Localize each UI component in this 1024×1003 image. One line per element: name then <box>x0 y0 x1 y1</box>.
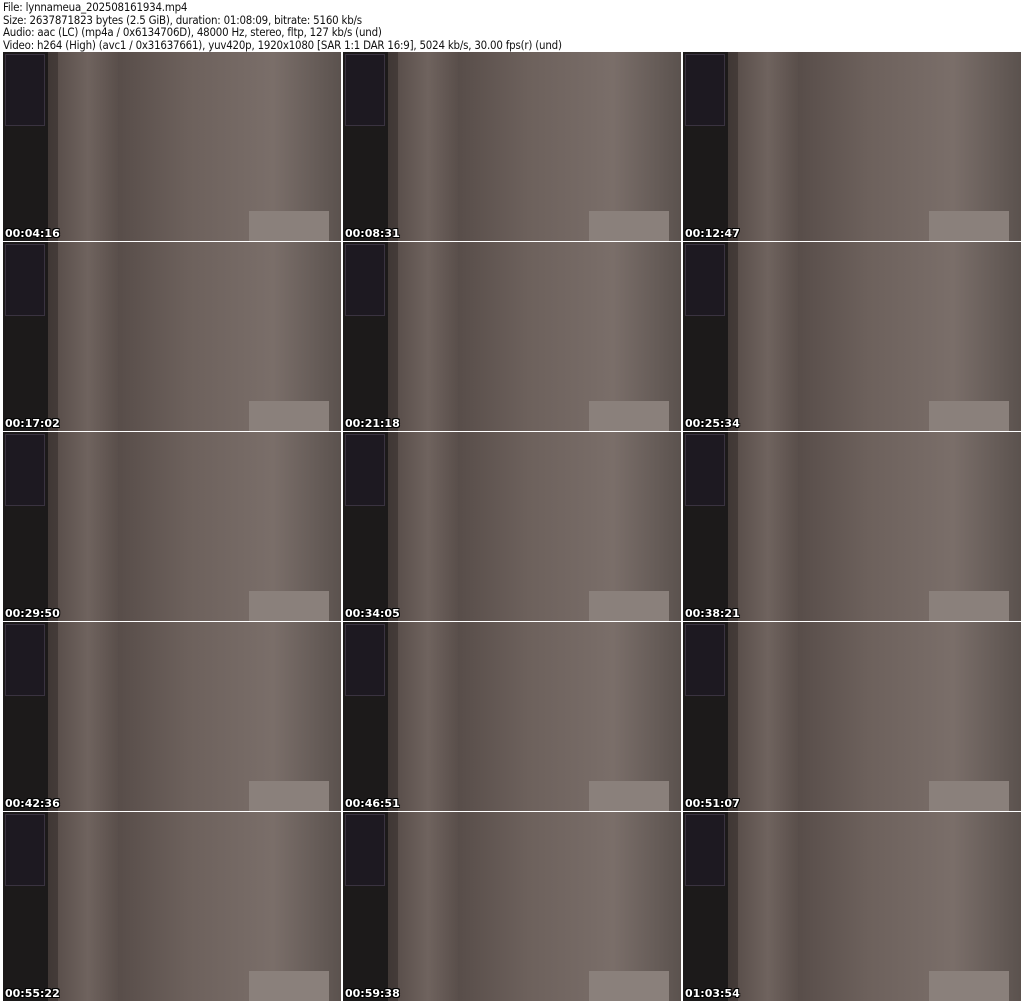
video-thumbnail: 00:51:07 <box>683 622 1021 811</box>
thumbnail-timestamp: 01:03:54 <box>685 987 740 1000</box>
video-thumbnail: 01:03:54 <box>683 812 1021 1001</box>
curtain-background <box>398 242 458 431</box>
stream-overlay-panel <box>345 624 385 696</box>
radiator-background <box>929 401 1009 431</box>
stream-overlay-panel <box>345 244 385 316</box>
thumbnail-timestamp: 00:25:34 <box>685 417 740 430</box>
curtain-background <box>738 432 798 621</box>
video-thumbnail: 00:38:21 <box>683 432 1021 621</box>
stream-overlay-panel <box>685 814 725 886</box>
radiator-background <box>249 591 329 621</box>
curtain-background <box>398 432 458 621</box>
radiator-background <box>589 211 669 241</box>
thumbnail-timestamp: 00:04:16 <box>5 227 60 240</box>
file-name: File: lynnameua_202508161934.mp4 <box>3 0 188 14</box>
curtain-background <box>738 52 798 241</box>
video-thumbnail: 00:25:34 <box>683 242 1021 431</box>
video-thumbnail: 00:29:50 <box>3 432 341 621</box>
video-thumbnail: 00:59:38 <box>343 812 681 1001</box>
stream-overlay-panel <box>5 434 45 506</box>
stream-overlay-panel <box>685 244 725 316</box>
curtain-background <box>58 432 118 621</box>
file-info-header: File: lynnameua_202508161934.mp4 Size: 2… <box>3 1 562 51</box>
thumbnail-timestamp: 00:55:22 <box>5 987 60 1000</box>
radiator-background <box>929 591 1009 621</box>
curtain-background <box>738 622 798 811</box>
curtain-background <box>58 812 118 1001</box>
curtain-background <box>738 242 798 431</box>
thumbnail-timestamp: 00:08:31 <box>345 227 400 240</box>
thumbnail-timestamp: 00:12:47 <box>685 227 740 240</box>
curtain-background <box>58 242 118 431</box>
audio-info: Audio: aac (LC) (mp4a / 0x6134706D), 480… <box>3 25 382 40</box>
radiator-background <box>589 401 669 431</box>
video-thumbnail: 00:04:16 <box>3 52 341 241</box>
video-thumbnail: 00:12:47 <box>683 52 1021 241</box>
radiator-background <box>929 971 1009 1001</box>
thumbnail-timestamp: 00:21:18 <box>345 417 400 430</box>
video-info: Video: h264 (High) (avc1 / 0x31637661), … <box>3 37 562 52</box>
curtain-background <box>398 52 458 241</box>
curtain-background <box>398 812 458 1001</box>
radiator-background <box>929 781 1009 811</box>
radiator-background <box>249 401 329 431</box>
stream-overlay-panel <box>5 624 45 696</box>
video-thumbnail: 00:46:51 <box>343 622 681 811</box>
radiator-background <box>249 971 329 1001</box>
radiator-background <box>249 781 329 811</box>
stream-overlay-panel <box>345 54 385 126</box>
video-thumbnail: 00:42:36 <box>3 622 341 811</box>
thumbnail-timestamp: 00:34:05 <box>345 607 400 620</box>
video-thumbnail: 00:08:31 <box>343 52 681 241</box>
stream-overlay-panel <box>5 814 45 886</box>
thumbnail-timestamp: 00:38:21 <box>685 607 740 620</box>
curtain-background <box>58 622 118 811</box>
curtain-background <box>398 622 458 811</box>
stream-overlay-panel <box>5 244 45 316</box>
thumbnail-timestamp: 00:46:51 <box>345 797 400 810</box>
stream-overlay-panel <box>685 434 725 506</box>
thumbnail-timestamp: 00:51:07 <box>685 797 740 810</box>
thumbnail-timestamp: 00:42:36 <box>5 797 60 810</box>
video-thumbnail: 00:17:02 <box>3 242 341 431</box>
curtain-background <box>738 812 798 1001</box>
radiator-background <box>249 211 329 241</box>
video-thumbnail: 00:55:22 <box>3 812 341 1001</box>
stream-overlay-panel <box>345 814 385 886</box>
thumbnail-timestamp: 00:17:02 <box>5 417 60 430</box>
curtain-background <box>58 52 118 241</box>
radiator-background <box>589 781 669 811</box>
stream-overlay-panel <box>5 54 45 126</box>
video-thumbnail: 00:34:05 <box>343 432 681 621</box>
stream-overlay-panel <box>685 54 725 126</box>
thumbnail-grid: 00:04:16 00:08:31 00:12:47 00:17:02 00:21:18… <box>3 52 1021 1001</box>
radiator-background <box>589 591 669 621</box>
video-thumbnail: 00:21:18 <box>343 242 681 431</box>
radiator-background <box>589 971 669 1001</box>
stream-overlay-panel <box>685 624 725 696</box>
thumbnail-timestamp: 00:59:38 <box>345 987 400 1000</box>
stream-overlay-panel <box>345 434 385 506</box>
thumbnail-timestamp: 00:29:50 <box>5 607 60 620</box>
radiator-background <box>929 211 1009 241</box>
